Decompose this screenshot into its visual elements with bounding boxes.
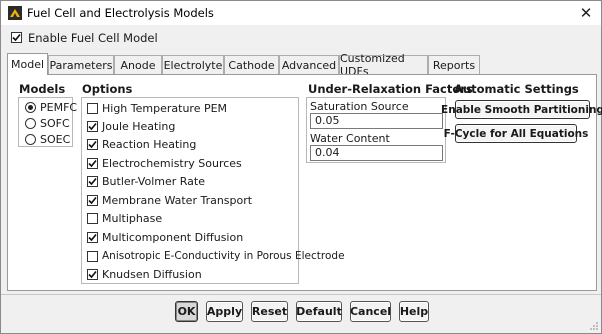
checkbox-icon[interactable] xyxy=(87,195,98,206)
checkbox-icon[interactable] xyxy=(87,158,98,169)
radio-label: SOEC xyxy=(40,133,71,146)
tab-customized-udfs[interactable]: Customized UDFs xyxy=(339,52,428,78)
saturation-source-input[interactable]: 0.05 xyxy=(310,113,443,129)
window-title: Fuel Cell and Electrolysis Models xyxy=(27,6,214,20)
title-bar: Fuel Cell and Electrolysis Models ✕ xyxy=(1,1,601,25)
close-icon: ✕ xyxy=(579,4,593,22)
models-group: PEMFC SOFC SOEC xyxy=(18,97,77,147)
enable-smooth-partitioning-button[interactable]: Enable Smooth Partitioning xyxy=(441,100,602,119)
checkbox-icon[interactable] xyxy=(87,176,98,187)
options-group: High Temperature PEM Joule Heating React… xyxy=(81,97,345,284)
tab-anode[interactable]: Anode xyxy=(114,55,162,74)
radio-label: PEMFC xyxy=(40,101,78,114)
tab-model[interactable]: Model xyxy=(7,53,48,75)
checkbox-icon[interactable] xyxy=(87,269,98,280)
enable-fuel-cell-label: Enable Fuel Cell Model xyxy=(28,31,158,45)
checkbox-icon[interactable] xyxy=(87,103,98,114)
close-button[interactable]: ✕ xyxy=(571,1,601,25)
tab-parameters[interactable]: Parameters xyxy=(48,55,114,74)
saturation-source-label: Saturation Source xyxy=(310,100,409,113)
checkbox-icon[interactable] xyxy=(87,139,98,150)
checkbox-icon[interactable] xyxy=(87,251,98,262)
apply-button[interactable]: Apply xyxy=(206,301,243,322)
f-cycle-all-equations-button[interactable]: F-Cycle for All Equations xyxy=(444,124,588,143)
radio-selected-icon[interactable] xyxy=(25,102,36,113)
ok-button[interactable]: OK xyxy=(175,301,198,322)
tab-cathode[interactable]: Cathode xyxy=(224,55,279,74)
resize-grip-icon[interactable] xyxy=(589,321,599,331)
option-label: Anisotropic E-Conductivity in Porous Ele… xyxy=(102,250,345,262)
checkbox-icon[interactable] xyxy=(87,121,98,132)
auto-settings-title: Automatic Settings xyxy=(454,82,579,96)
option-label: Electrochemistry Sources xyxy=(102,157,242,170)
reset-button[interactable]: Reset xyxy=(251,301,288,322)
options-title: Options xyxy=(82,82,133,96)
tab-reports[interactable]: Reports xyxy=(428,55,480,74)
option-label: High Temperature PEM xyxy=(102,102,228,115)
app-logo-icon xyxy=(8,6,22,20)
models-title: Models xyxy=(19,82,66,96)
option-label: Reaction Heating xyxy=(102,138,197,151)
help-button[interactable]: Help xyxy=(399,301,429,322)
fuel-cell-dialog: Fuel Cell and Electrolysis Models ✕ Enab… xyxy=(0,0,602,334)
tab-electrolyte[interactable]: Electrolyte xyxy=(162,55,224,74)
checkbox-icon[interactable] xyxy=(11,32,22,43)
cancel-button[interactable]: Cancel xyxy=(350,301,391,322)
option-label: Multiphase xyxy=(102,212,163,225)
radio-label: SOFC xyxy=(40,117,70,130)
option-label: Knudsen Diffusion xyxy=(102,268,202,281)
option-label: Membrane Water Transport xyxy=(102,194,253,207)
model-tab-panel: Models PEMFC SOFC SOEC Options High Temp… xyxy=(7,74,602,291)
checkbox-icon[interactable] xyxy=(87,232,98,243)
auto-settings-group: Enable Smooth Partitioning F-Cycle for A… xyxy=(441,97,602,147)
radio-icon[interactable] xyxy=(25,134,36,145)
tab-advanced[interactable]: Advanced xyxy=(279,55,339,74)
urf-title: Under-Relaxation Factors xyxy=(308,82,473,96)
default-button[interactable]: Default xyxy=(296,301,342,322)
option-label: Multicomponent Diffusion xyxy=(102,231,244,244)
divider xyxy=(1,294,601,295)
checkbox-icon[interactable] xyxy=(87,213,98,224)
option-label: Butler-Volmer Rate xyxy=(102,175,205,188)
urf-group: Saturation Source 0.05 Water Content 0.0… xyxy=(306,97,446,163)
water-content-input[interactable]: 0.04 xyxy=(310,145,443,161)
option-label: Joule Heating xyxy=(102,120,176,133)
water-content-label: Water Content xyxy=(310,132,390,145)
radio-icon[interactable] xyxy=(25,118,36,129)
